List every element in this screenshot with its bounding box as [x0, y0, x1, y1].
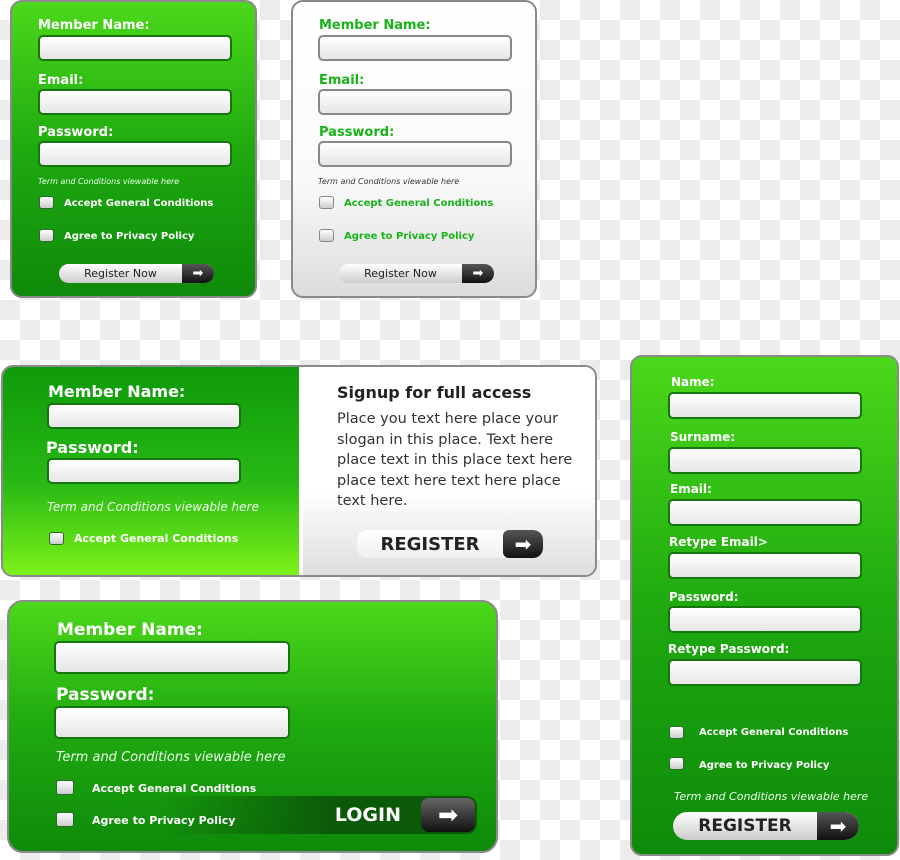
accept-conditions-label: Accept General Conditions: [64, 198, 214, 209]
password-input[interactable]: [47, 458, 241, 484]
register-label: REGISTER: [380, 533, 480, 555]
member-name-input[interactable]: [54, 641, 290, 674]
accept-conditions-checkbox[interactable]: [49, 532, 64, 545]
member-name-input[interactable]: [38, 35, 232, 61]
terms-link[interactable]: Term and Conditions viewable here: [47, 500, 259, 514]
password-label: Password:: [319, 125, 395, 140]
accept-conditions-checkbox[interactable]: [39, 196, 54, 209]
password-input[interactable]: [54, 706, 290, 739]
password-label: Password:: [56, 685, 155, 705]
privacy-policy-checkbox[interactable]: [39, 229, 54, 242]
privacy-policy-checkbox[interactable]: [319, 229, 334, 242]
privacy-policy-label: Agree to Privacy Policy: [699, 760, 830, 771]
arrow-right-icon: ➡: [421, 798, 475, 832]
password-input[interactable]: [668, 606, 862, 633]
email-input[interactable]: [318, 89, 512, 115]
register-button[interactable]: REGISTER ➡: [357, 530, 543, 558]
password-input[interactable]: [318, 141, 512, 167]
accept-conditions-label: Accept General Conditions: [699, 727, 849, 738]
signup-description: Place you text here place your slogan in…: [337, 411, 573, 509]
arrow-right-icon: ➡: [182, 264, 214, 283]
member-name-label: Member Name:: [319, 18, 431, 33]
signup-info-section: Signup for full access Place you text he…: [303, 367, 595, 575]
login-form-green: Member Name: Password: Term and Conditio…: [7, 600, 498, 853]
member-name-input[interactable]: [318, 35, 512, 61]
terms-link[interactable]: Term and Conditions viewable here: [38, 177, 179, 186]
password-label: Password:: [46, 438, 139, 457]
member-name-label: Member Name:: [48, 382, 186, 401]
email-label: Email:: [670, 482, 712, 496]
arrow-right-icon: ➡: [503, 530, 543, 558]
terms-link[interactable]: Term and Conditions viewable here: [674, 790, 868, 803]
email-label: Email:: [38, 73, 84, 88]
registration-form-green-small: Member Name: Email: Password: Term and C…: [10, 0, 257, 298]
privacy-policy-label: Agree to Privacy Policy: [92, 814, 236, 827]
register-now-label: Register Now: [364, 267, 437, 280]
surname-input[interactable]: [668, 447, 862, 474]
login-label: LOGIN: [334, 804, 401, 826]
registration-form-white-small: Member Name: Email: Password: Term and C…: [291, 0, 537, 298]
privacy-policy-checkbox[interactable]: [56, 812, 74, 827]
retype-email-input[interactable]: [668, 552, 862, 579]
accept-conditions-label: Accept General Conditions: [344, 198, 494, 209]
terms-link[interactable]: Term and Conditions viewable here: [56, 750, 285, 765]
arrow-right-icon: ➡: [817, 812, 859, 840]
register-button[interactable]: REGISTER ➡: [673, 812, 859, 840]
privacy-policy-label: Agree to Privacy Policy: [64, 231, 195, 242]
register-now-label: Register Now: [84, 267, 157, 280]
accept-conditions-checkbox[interactable]: [669, 726, 684, 739]
email-input[interactable]: [668, 499, 862, 526]
email-input[interactable]: [38, 89, 232, 115]
retype-email-label: Retype Email>: [669, 535, 768, 549]
name-label: Name:: [671, 375, 715, 389]
signup-heading: Signup for full access: [337, 383, 532, 402]
member-name-label: Member Name:: [38, 18, 150, 33]
signup-form-wide: Member Name: Password: Term and Conditio…: [1, 365, 597, 577]
password-label: Password:: [669, 590, 739, 604]
privacy-policy-label: Agree to Privacy Policy: [344, 231, 475, 242]
password-input[interactable]: [38, 141, 232, 167]
register-now-button[interactable]: Register Now ➡: [339, 264, 494, 283]
accept-conditions-label: Accept General Conditions: [74, 532, 239, 545]
email-label: Email:: [319, 73, 365, 88]
member-name-input[interactable]: [47, 403, 241, 429]
surname-label: Surname:: [670, 430, 736, 444]
accept-conditions-label: Accept General Conditions: [92, 782, 257, 795]
member-name-label: Member Name:: [57, 620, 203, 640]
retype-password-input[interactable]: [668, 659, 862, 686]
registration-form-tall: Name: Surname: Email: Retype Email> Pass…: [630, 355, 899, 856]
privacy-policy-checkbox[interactable]: [669, 757, 684, 770]
name-input[interactable]: [668, 392, 862, 419]
terms-link[interactable]: Term and Conditions viewable here: [318, 177, 459, 186]
register-label: REGISTER: [698, 816, 792, 836]
password-label: Password:: [38, 125, 114, 140]
arrow-right-icon: ➡: [462, 264, 494, 283]
register-now-button[interactable]: Register Now ➡: [59, 264, 214, 283]
accept-conditions-checkbox[interactable]: [56, 780, 74, 795]
accept-conditions-checkbox[interactable]: [319, 196, 334, 209]
retype-password-label: Retype Password:: [668, 642, 790, 656]
